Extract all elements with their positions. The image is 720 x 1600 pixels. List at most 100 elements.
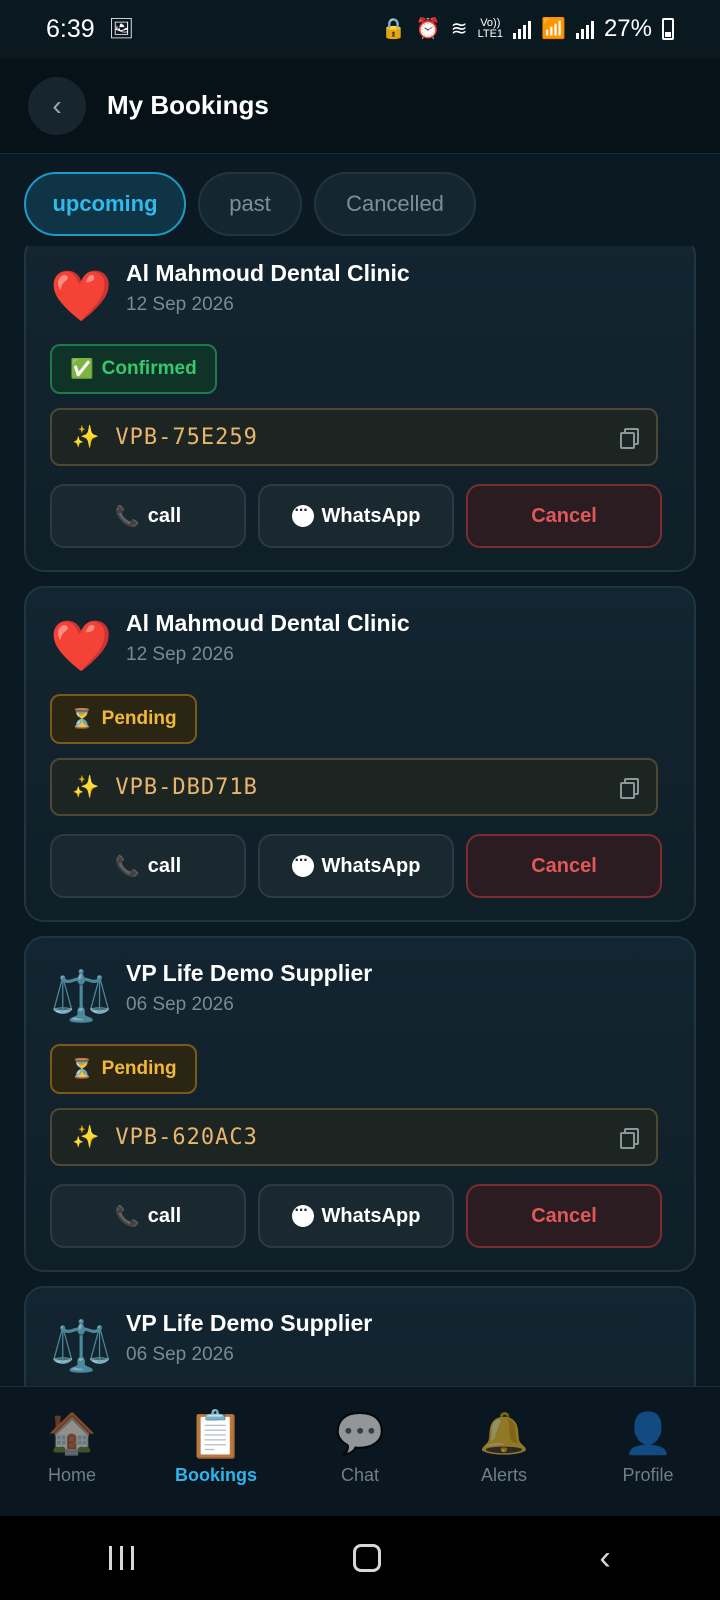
booking-date: 12 Sep 2026: [126, 644, 234, 665]
whatsapp-label: WhatsApp: [321, 854, 421, 877]
heart-icon: ❤️: [50, 618, 113, 674]
booking-reference: ✨ VPB-620AC3: [50, 1108, 658, 1166]
status-label: Confirmed: [101, 358, 197, 379]
status-bar: 6:39 🖼 🔒 ⏰ ≋ Vo)) LTE1 📶 27%: [0, 0, 720, 58]
recents-button[interactable]: [109, 1546, 135, 1570]
network-label: Vo)) LTE1: [477, 17, 504, 40]
booking-card: ⚖️ VP Life Demo Supplier 06 Sep 2026 ⏳ P…: [24, 936, 696, 1272]
back-arrow-icon: ‹: [52, 89, 62, 121]
nav-bookings[interactable]: 📋 Bookings: [144, 1387, 288, 1516]
system-back-button[interactable]: ‹: [599, 1541, 610, 1575]
nav-label: Profile: [622, 1465, 674, 1485]
check-icon: ✅: [70, 359, 94, 380]
chat-bubble-icon: [291, 502, 314, 527]
booking-actions: 📞 call WhatsApp Cancel: [50, 1184, 662, 1248]
scales-icon: ⚖️: [50, 968, 113, 1024]
booking-date: 06 Sep 2026: [126, 1344, 234, 1365]
copy-icon[interactable]: [620, 778, 639, 799]
home-icon: 🏠: [47, 1412, 97, 1456]
whatsapp-button[interactable]: WhatsApp: [258, 1184, 454, 1248]
nav-profile[interactable]: 👤 Profile: [576, 1387, 720, 1516]
whatsapp-button[interactable]: WhatsApp: [258, 484, 454, 548]
bell-icon: 🔔: [479, 1412, 529, 1456]
sparkles-icon: ✨: [72, 774, 100, 799]
battery-percent: 27%: [603, 15, 652, 42]
scales-icon: ⚖️: [50, 1318, 113, 1374]
nav-home[interactable]: 🏠 Home: [0, 1387, 144, 1516]
nav-chat[interactable]: 💬 Chat: [288, 1387, 432, 1516]
call-button[interactable]: 📞 call: [50, 1184, 246, 1248]
phone-icon: 📞: [114, 505, 140, 528]
provider-name: Al Mahmoud Dental Clinic: [126, 610, 410, 636]
nav-label: Home: [47, 1465, 96, 1485]
nav-label: Chat: [340, 1465, 380, 1485]
booking-tabs: upcoming past Cancelled: [24, 172, 476, 236]
system-nav-bar: ‹: [0, 1516, 720, 1600]
wifi-icon: ≋: [450, 18, 468, 40]
booking-date: 12 Sep 2026: [126, 294, 234, 315]
phone-icon: 📞: [114, 1205, 140, 1228]
status-badge: ✅ Confirmed: [50, 344, 217, 394]
booking-actions: 📞 call WhatsApp Cancel: [50, 834, 662, 898]
provider-name: VP Life Demo Supplier: [126, 1310, 373, 1336]
home-button[interactable]: [352, 1544, 381, 1572]
app-header: ‹ My Bookings: [0, 58, 720, 154]
call-button[interactable]: 📞 call: [50, 834, 246, 898]
booking-card: ❤️ Al Mahmoud Dental Clinic 12 Sep 2026 …: [24, 246, 696, 572]
status-time: 6:39: [46, 14, 95, 43]
reference-code: VPB-620AC3: [115, 1124, 258, 1150]
chat-icon: 💬: [335, 1412, 385, 1456]
signal-icon: [513, 19, 532, 39]
nav-label: Bookings: [174, 1465, 257, 1485]
wifi-calling-icon: 📶: [541, 18, 566, 40]
clipboard-icon: 📋: [187, 1408, 245, 1460]
call-label: call: [147, 854, 182, 877]
whatsapp-button[interactable]: WhatsApp: [258, 834, 454, 898]
tab-cancelled[interactable]: Cancelled: [314, 172, 476, 236]
hourglass-icon: ⏳: [70, 709, 94, 730]
sparkles-icon: ✨: [72, 424, 100, 449]
booking-list[interactable]: ❤️ Al Mahmoud Dental Clinic 12 Sep 2026 …: [0, 246, 720, 1386]
tab-upcoming[interactable]: upcoming: [24, 172, 186, 236]
call-label: call: [147, 504, 182, 527]
bottom-nav: 🏠 Home 📋 Bookings 💬 Chat 🔔 Alerts 👤 Prof…: [0, 1386, 720, 1516]
copy-icon[interactable]: [620, 428, 639, 449]
provider-name: VP Life Demo Supplier: [126, 960, 373, 986]
booking-card: ❤️ Al Mahmoud Dental Clinic 12 Sep 2026 …: [24, 586, 696, 922]
booking-reference: ✨ VPB-75E259: [50, 408, 658, 466]
heart-icon: ❤️: [50, 268, 113, 324]
sparkles-icon: ✨: [72, 1124, 100, 1149]
nav-alerts[interactable]: 🔔 Alerts: [432, 1387, 576, 1516]
chat-bubble-icon: [291, 852, 314, 877]
copy-icon[interactable]: [620, 1128, 639, 1149]
tab-past[interactable]: past: [198, 172, 302, 236]
call-label: call: [147, 1204, 182, 1227]
booking-card: ⚖️ VP Life Demo Supplier 06 Sep 2026: [24, 1286, 696, 1386]
whatsapp-label: WhatsApp: [321, 504, 421, 527]
call-button[interactable]: 📞 call: [50, 484, 246, 548]
booking-date: 06 Sep 2026: [126, 994, 234, 1015]
chat-bubble-icon: [291, 1202, 314, 1227]
phone-icon: 📞: [114, 855, 140, 878]
reference-code: VPB-DBD71B: [115, 774, 258, 800]
cancel-button[interactable]: Cancel: [466, 1184, 662, 1248]
profile-icon: 👤: [623, 1412, 673, 1456]
status-badge: ⏳ Pending: [50, 1044, 197, 1094]
whatsapp-label: WhatsApp: [321, 1204, 421, 1227]
status-badge: ⏳ Pending: [50, 694, 197, 744]
cancel-button[interactable]: Cancel: [466, 834, 662, 898]
nav-label: Alerts: [480, 1465, 527, 1485]
battery-icon: [662, 18, 674, 40]
page-title: My Bookings: [107, 90, 269, 120]
reference-code: VPB-75E259: [115, 424, 258, 450]
lock-icon: 🔒: [380, 18, 406, 40]
status-label: Pending: [101, 708, 177, 729]
hourglass-icon: ⏳: [70, 1059, 94, 1080]
back-button[interactable]: ‹: [28, 76, 86, 135]
status-label: Pending: [101, 1058, 177, 1079]
gallery-icon: 🖼: [108, 18, 135, 40]
provider-name: Al Mahmoud Dental Clinic: [126, 260, 410, 286]
cancel-button[interactable]: Cancel: [466, 484, 662, 548]
signal-icon-2: [575, 19, 594, 39]
booking-actions: 📞 call WhatsApp Cancel: [50, 484, 662, 548]
